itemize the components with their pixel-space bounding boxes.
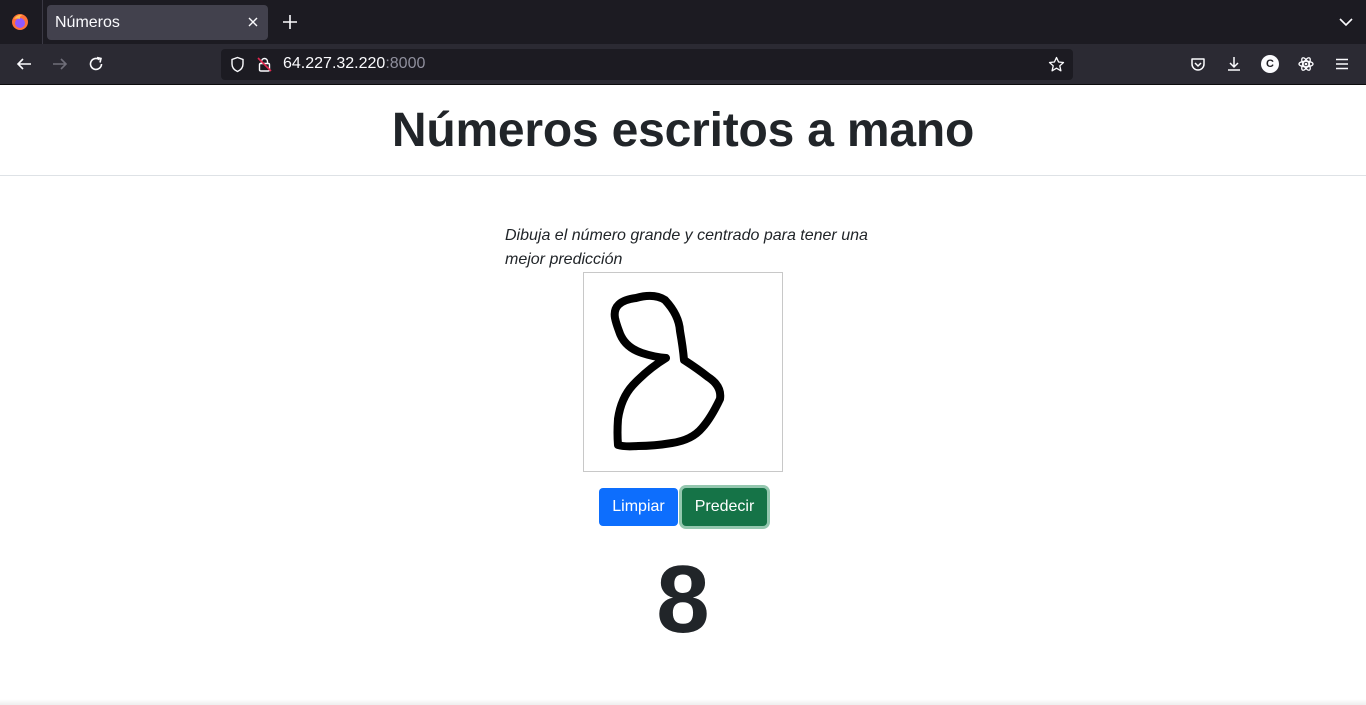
url-text: 64.227.32.220:8000	[283, 55, 425, 73]
pocket-icon[interactable]	[1189, 55, 1207, 73]
firefox-icon[interactable]	[11, 13, 29, 31]
clear-button[interactable]: Limpiar	[599, 488, 678, 526]
url-port: :8000	[385, 55, 426, 72]
prediction-result: 8	[656, 546, 710, 653]
page-content: Números escritos a mano Dibuja el número…	[0, 85, 1366, 705]
url-bar[interactable]: 64.227.32.220:8000	[221, 49, 1073, 80]
instructions-text: Dibuja el número grande y centrado para …	[505, 227, 868, 268]
bottom-divider	[0, 699, 1366, 705]
profile-avatar[interactable]: C	[1261, 55, 1279, 73]
predict-button[interactable]: Predecir	[682, 488, 767, 526]
atom-icon[interactable]	[1297, 55, 1315, 73]
nav-bar: 64.227.32.220:8000 C	[0, 44, 1366, 85]
url-host: 64.227.32.220	[283, 55, 386, 72]
close-icon[interactable]	[244, 13, 262, 31]
plus-icon[interactable]	[281, 13, 299, 31]
tab-title: Números	[55, 14, 120, 31]
arrow-right-icon[interactable]	[51, 55, 69, 73]
arrow-left-icon[interactable]	[15, 55, 33, 73]
download-icon[interactable]	[1225, 55, 1243, 73]
tab-active[interactable]: Números	[47, 5, 268, 40]
lock-slash-icon[interactable]	[256, 56, 273, 73]
shield-icon[interactable]	[229, 56, 246, 73]
page-title: Números escritos a mano	[391, 104, 975, 157]
tab-separator	[42, 0, 43, 44]
handwritten-stroke	[610, 291, 725, 451]
page-header: Números escritos a mano	[0, 85, 1366, 176]
reload-icon[interactable]	[87, 55, 105, 73]
hamburger-icon[interactable]	[1333, 55, 1351, 73]
tab-bar: Números	[0, 0, 1366, 44]
drawing-canvas[interactable]	[583, 272, 783, 472]
star-icon[interactable]	[1048, 56, 1065, 73]
chevron-down-icon[interactable]	[1337, 13, 1355, 31]
